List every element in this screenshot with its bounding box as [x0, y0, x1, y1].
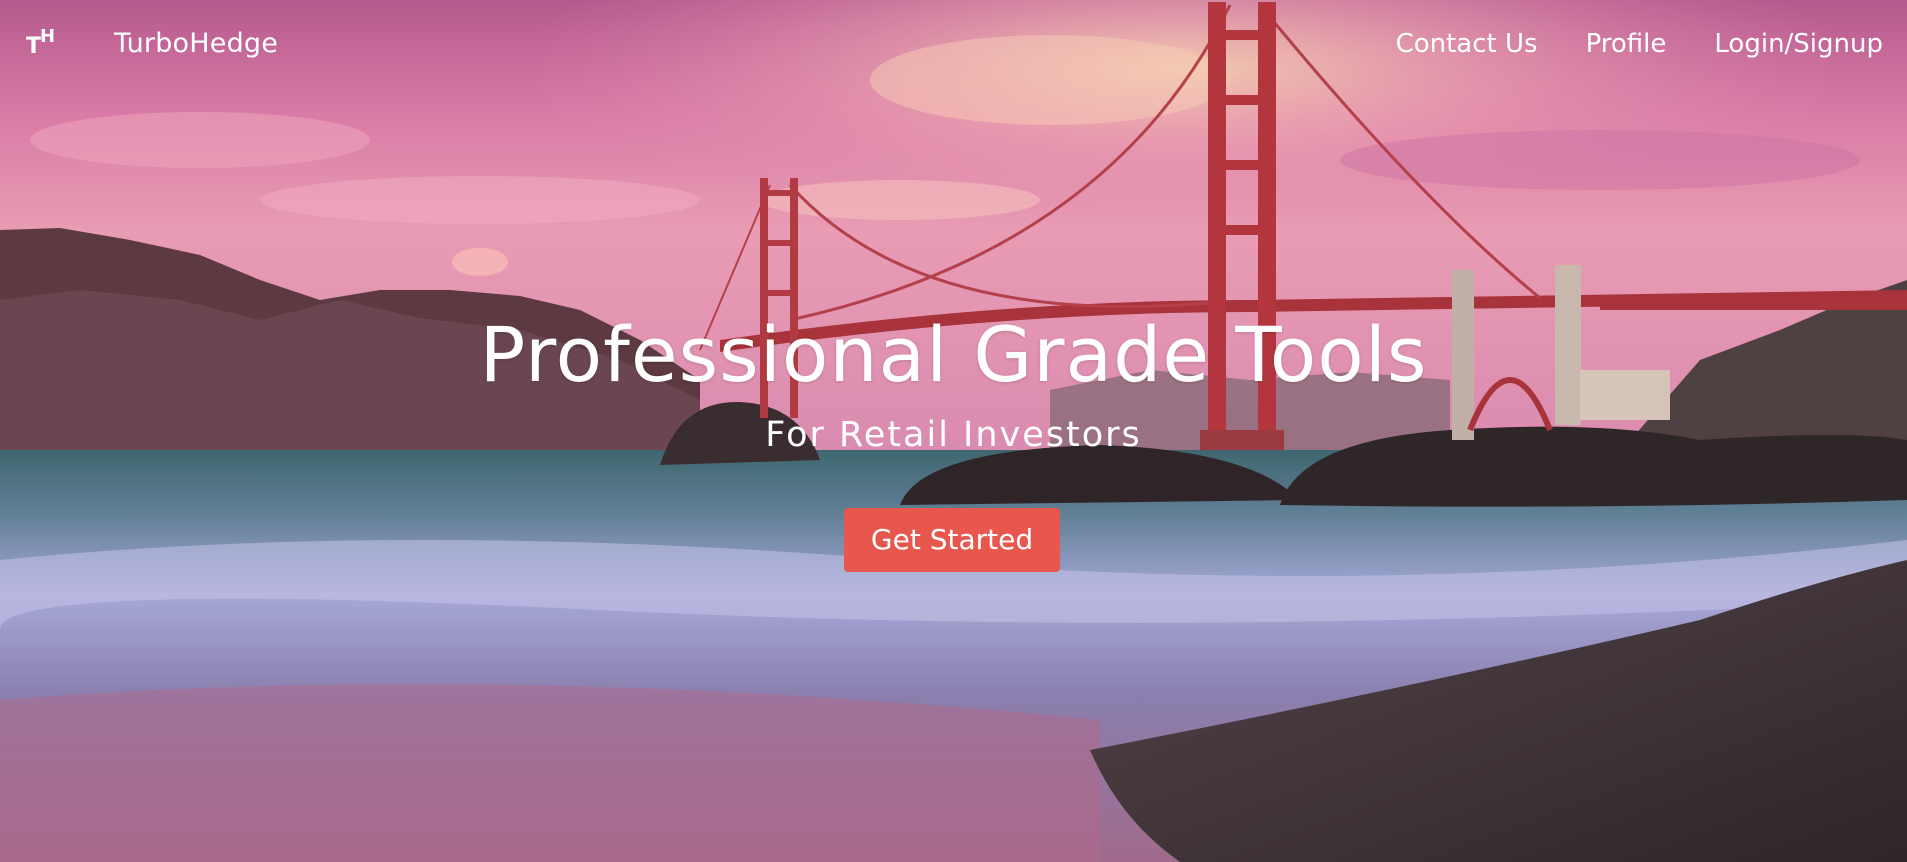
hero-section: T H TurboHedge Contact Us Profile Login/… [0, 0, 1907, 862]
turbohedge-logo-icon[interactable]: T H [24, 24, 64, 64]
nav-link-contact-us[interactable]: Contact Us [1396, 27, 1538, 61]
logo-letter-t: T [26, 34, 42, 59]
get-started-button[interactable]: Get Started [844, 508, 1060, 572]
nav-link-login-signup[interactable]: Login/Signup [1714, 27, 1883, 61]
nav-links: Contact Us Profile Login/Signup [1396, 27, 1883, 61]
hero-headline: Professional Grade Tools [479, 310, 1428, 399]
nav-link-profile[interactable]: Profile [1586, 27, 1667, 61]
top-navbar: T H TurboHedge Contact Us Profile Login/… [0, 0, 1907, 90]
logo-letter-h: H [40, 26, 56, 47]
hero-subheadline: For Retail Investors [765, 415, 1142, 455]
brand-name-link[interactable]: TurboHedge [114, 27, 278, 61]
